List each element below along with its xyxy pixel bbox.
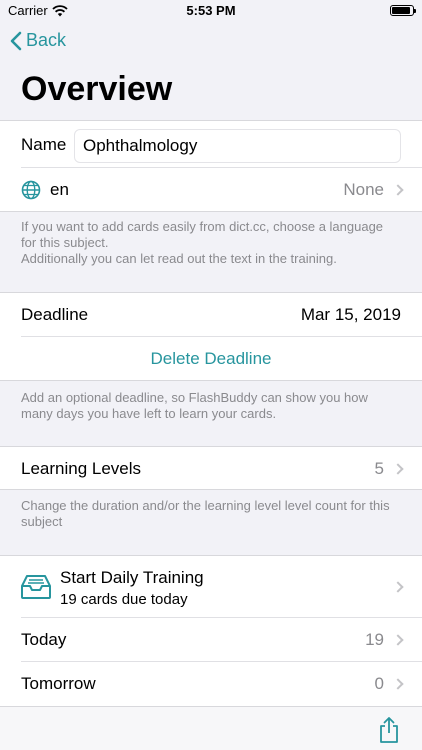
start-training-row[interactable]: Start Daily Training 19 cards due today [0, 556, 422, 618]
language-value: None [343, 180, 384, 199]
tomorrow-row[interactable]: Tomorrow 0 [0, 662, 422, 706]
start-training-subtitle: 19 cards due today [60, 591, 188, 608]
tomorrow-label: Tomorrow [21, 674, 96, 693]
deadline-value: Mar 15, 2019 [300, 305, 401, 324]
learning-levels-value: 5 [374, 459, 384, 478]
training-section: Start Daily Training 19 cards due today … [0, 555, 422, 715]
name-field[interactable] [74, 129, 401, 163]
chevron-right-icon [392, 634, 404, 646]
today-label: Today [21, 630, 67, 649]
today-row[interactable]: Today 19 [0, 618, 422, 662]
globe-icon [21, 180, 41, 200]
subject-section: Name en None [0, 120, 422, 212]
share-icon[interactable] [378, 716, 400, 744]
deadline-section: Deadline Mar 15, 2019 Delete Deadline [0, 292, 422, 381]
language-row[interactable]: en None [0, 168, 422, 212]
levels-section: Learning Levels 5 [0, 446, 422, 490]
language-footer-text-2: Additionally you can let read out the te… [21, 251, 337, 266]
deadline-row[interactable]: Deadline Mar 15, 2019 [0, 293, 422, 337]
back-label: Back [26, 30, 67, 50]
inbox-tray-icon [21, 575, 51, 599]
battery-level [392, 7, 410, 14]
language-footer: If you want to add cards easily from dic… [21, 219, 401, 267]
chevron-right-icon [392, 184, 404, 196]
language-code: en [50, 180, 69, 199]
name-row: Name [0, 121, 422, 168]
language-footer-text-1: If you want to add cards easily from dic… [21, 219, 384, 250]
battery-icon [390, 5, 416, 16]
chevron-right-icon [392, 678, 404, 690]
chevron-left-icon [10, 31, 22, 50]
start-training-text: Start Daily Training 19 cards due today [60, 568, 204, 608]
today-value: 19 [365, 630, 384, 649]
delete-deadline-button[interactable]: Delete Deadline [0, 337, 422, 381]
status-bar: Carrier 5:53 PM [0, 0, 422, 22]
bottom-toolbar [0, 706, 422, 750]
learning-levels-label: Learning Levels [21, 459, 142, 478]
tomorrow-value: 0 [374, 674, 384, 693]
deadline-label: Deadline [21, 305, 89, 324]
learning-levels-row[interactable]: Learning Levels 5 [0, 447, 422, 491]
deadline-footer: Add an optional deadline, so FlashBuddy … [21, 390, 368, 421]
status-time: 5:53 PM [186, 3, 236, 18]
page-title: Overview [21, 70, 173, 108]
back-button[interactable]: Back [10, 30, 66, 51]
chevron-right-icon [392, 463, 404, 475]
chevron-right-icon [392, 581, 404, 593]
name-label: Name [21, 134, 67, 154]
levels-footer: Change the duration and/or the learning … [21, 498, 390, 529]
start-training-title: Start Daily Training [60, 568, 204, 587]
delete-deadline-label: Delete Deadline [150, 349, 272, 368]
